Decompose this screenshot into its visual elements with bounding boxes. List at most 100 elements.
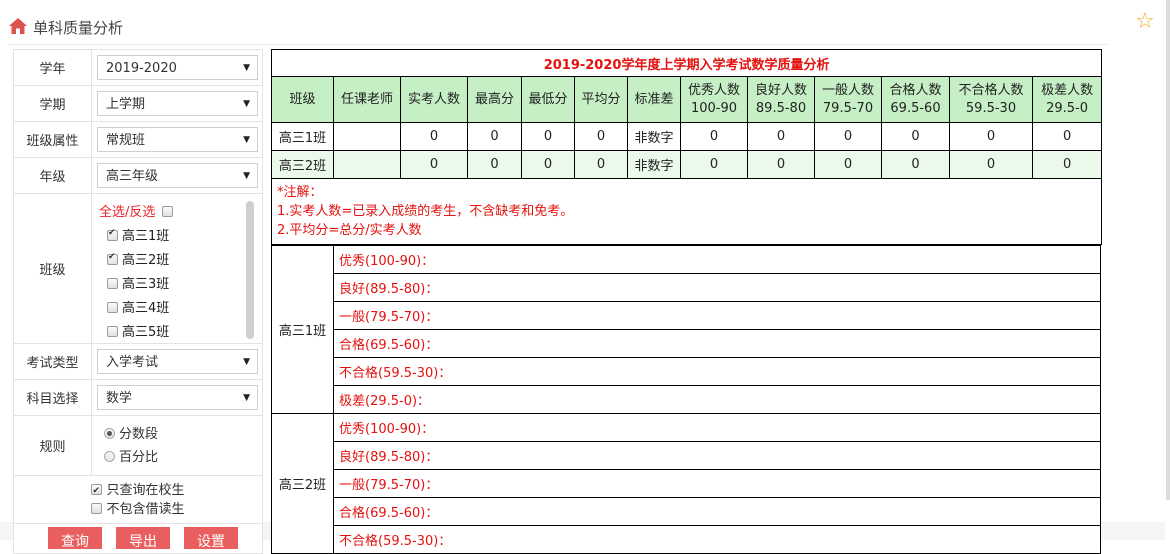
title-divider	[9, 44, 1107, 45]
term-select[interactable]: 上学期 ▼	[97, 91, 258, 116]
home-icon[interactable]	[9, 18, 27, 34]
notes-cell: *注解： 1.实考人数=已录入成绩的考生，不含缺考和免考。 2.平均分=总分/实…	[270, 178, 1103, 245]
rule-option-score[interactable]: 分数段	[104, 423, 258, 446]
level-label: 良好(89.5-80)：	[333, 441, 1101, 470]
column-header: 任课老师	[333, 76, 401, 123]
only-enrolled-checkbox[interactable]	[91, 482, 103, 501]
table-cell	[333, 150, 401, 179]
level-row: 合格(69.5-60)：	[272, 497, 1101, 526]
table-cell: 0	[814, 122, 882, 151]
column-header: 班级	[271, 76, 334, 123]
export-button[interactable]: 导出	[116, 527, 170, 549]
radio-button[interactable]	[104, 427, 115, 439]
table-cell: 0	[814, 150, 882, 179]
report-caption: 2019-2020学年度上学期入学考试数学质量分析	[270, 49, 1103, 77]
column-header-label: 标准差	[634, 91, 674, 107]
table-cell: 0	[521, 122, 575, 151]
dropdown-arrow-icon: ▼	[243, 63, 250, 73]
settings-button[interactable]: 设置	[184, 527, 238, 549]
note-line: 1.实考人数=已录入成绩的考生，不含缺考和免考。	[277, 204, 574, 219]
class-checkbox[interactable]	[107, 301, 118, 313]
level-row: 高三1班 优秀(100-90)：	[271, 245, 1101, 414]
column-header-label: 最低分	[528, 91, 568, 107]
note-title: *注解：	[277, 185, 323, 200]
note-line: 2.平均分=总分/实考人数	[277, 223, 422, 238]
level-detail-table: 高三1班 优秀(100-90)： 良好(89.5-80)： 一般(79.5-70)：合…	[271, 245, 1101, 554]
column-header-label: 平均分	[581, 91, 621, 107]
favorite-star-icon[interactable]: ☆	[1135, 11, 1155, 33]
query-button[interactable]: 查询	[48, 527, 102, 549]
column-header: 平均分	[574, 76, 628, 123]
subject-value: 数学	[106, 391, 133, 406]
detail-class-name: 高三2班	[271, 413, 334, 554]
grade-select[interactable]: 高三年级 ▼	[97, 163, 258, 188]
table-cell: 非数字	[627, 150, 681, 179]
exclude-borrowed-option[interactable]: 不包含借读生	[14, 500, 262, 519]
radio-button[interactable]	[104, 450, 115, 462]
class-option-label: 高三3班	[122, 276, 170, 292]
column-header: 良好人数 89.5-80	[747, 76, 815, 123]
class-option-label: 高三4班	[122, 300, 170, 316]
year-select[interactable]: 2019-2020 ▼	[97, 55, 258, 80]
select-all-checkbox[interactable]	[161, 205, 173, 217]
year-label: 学年	[13, 49, 92, 86]
class-checkbox[interactable]	[107, 228, 118, 241]
column-header: 标准差	[627, 76, 681, 123]
term-value: 上学期	[106, 97, 146, 112]
table-cell: 0	[1031, 150, 1103, 179]
class-type-select[interactable]: 常规班 ▼	[97, 127, 258, 152]
page-scrollbar[interactable]	[1166, 0, 1170, 500]
class-checkbox[interactable]	[107, 277, 118, 289]
class-checklist: 全选/反选 高三1班 高三2班 高三3班 高三4班 高三5班	[97, 197, 258, 341]
table-cell: 0	[881, 122, 950, 151]
column-header-label: 任课老师	[340, 91, 393, 107]
table-cell: 0	[949, 150, 1033, 179]
column-header-label: 实考人数	[407, 91, 460, 107]
level-label: 合格(69.5-60)：	[333, 497, 1101, 526]
class-option-label: 高三2班	[122, 252, 170, 268]
column-header: 合格人数 69.5-60	[881, 76, 950, 123]
class-name-cell: 高三1班	[271, 122, 334, 151]
exam-type-value: 入学考试	[106, 355, 159, 370]
class-checkbox[interactable]	[107, 325, 118, 337]
column-header-label: 最高分	[474, 91, 514, 107]
filter-panel: 学年 2019-2020 ▼ 学期 上学期 ▼ 班级属性 常规班 ▼ 年级 高三年级 ▼…	[13, 49, 263, 554]
level-row: 良好(89.5-80)：	[272, 441, 1101, 470]
class-list-scrollbar[interactable]	[246, 200, 254, 339]
table-cell: 0	[574, 150, 628, 179]
exam-type-label: 考试类型	[13, 343, 92, 380]
class-option[interactable]: 高三1班	[107, 225, 169, 244]
class-option[interactable]: 高三5班	[107, 321, 169, 340]
class-option[interactable]: 高三3班	[107, 273, 169, 292]
column-header-label: 良好人数	[754, 82, 807, 98]
summary-table: 2019-2020学年度上学期入学考试数学质量分析 班级 任课老师 实考人数 最高分最…	[270, 49, 1103, 245]
class-option[interactable]: 高三2班	[107, 249, 169, 268]
select-all-toggle[interactable]: 全选/反选	[99, 201, 177, 220]
title-bar: 单科质量分析 ☆	[0, 0, 1162, 45]
subject-select[interactable]: 数学 ▼	[97, 385, 258, 410]
exclude-borrowed-checkbox[interactable]	[91, 502, 103, 514]
rule-option-percent[interactable]: 百分比	[104, 446, 258, 469]
rule-option-label: 分数段	[119, 426, 159, 442]
select-all-label: 全选/反选	[99, 204, 156, 220]
rule-option-label: 百分比	[119, 449, 159, 465]
level-row: 不合格(59.5-30)：	[272, 357, 1101, 386]
level-label: 极差(29.5-0)：	[333, 385, 1101, 414]
level-row: 高三2班 优秀(100-90)：	[271, 413, 1101, 554]
column-header: 极差人数 29.5-0	[1031, 76, 1103, 123]
dropdown-arrow-icon: ▼	[243, 99, 250, 109]
class-checkbox[interactable]	[107, 252, 118, 265]
detail-class-name: 高三1班	[271, 245, 334, 414]
class-option[interactable]: 高三4班	[107, 297, 169, 316]
table-header-row: 班级 任课老师 实考人数 最高分 最低分 平均分 标准差 优秀人数 100-90 良好人数 89.5…	[271, 76, 1103, 123]
column-header-range: 29.5-0	[1046, 100, 1089, 116]
dropdown-arrow-icon: ▼	[243, 393, 250, 403]
page-title: 单科质量分析	[33, 19, 124, 37]
exam-type-select[interactable]: 入学考试 ▼	[97, 349, 258, 374]
level-row: 一般(79.5-70)：	[272, 469, 1101, 498]
only-enrolled-option[interactable]: 只查询在校生	[14, 481, 262, 501]
column-header: 最低分	[521, 76, 575, 123]
dropdown-arrow-icon: ▼	[243, 171, 250, 181]
level-label: 不合格(59.5-30)：	[333, 357, 1101, 386]
table-cell: 0	[680, 150, 748, 179]
